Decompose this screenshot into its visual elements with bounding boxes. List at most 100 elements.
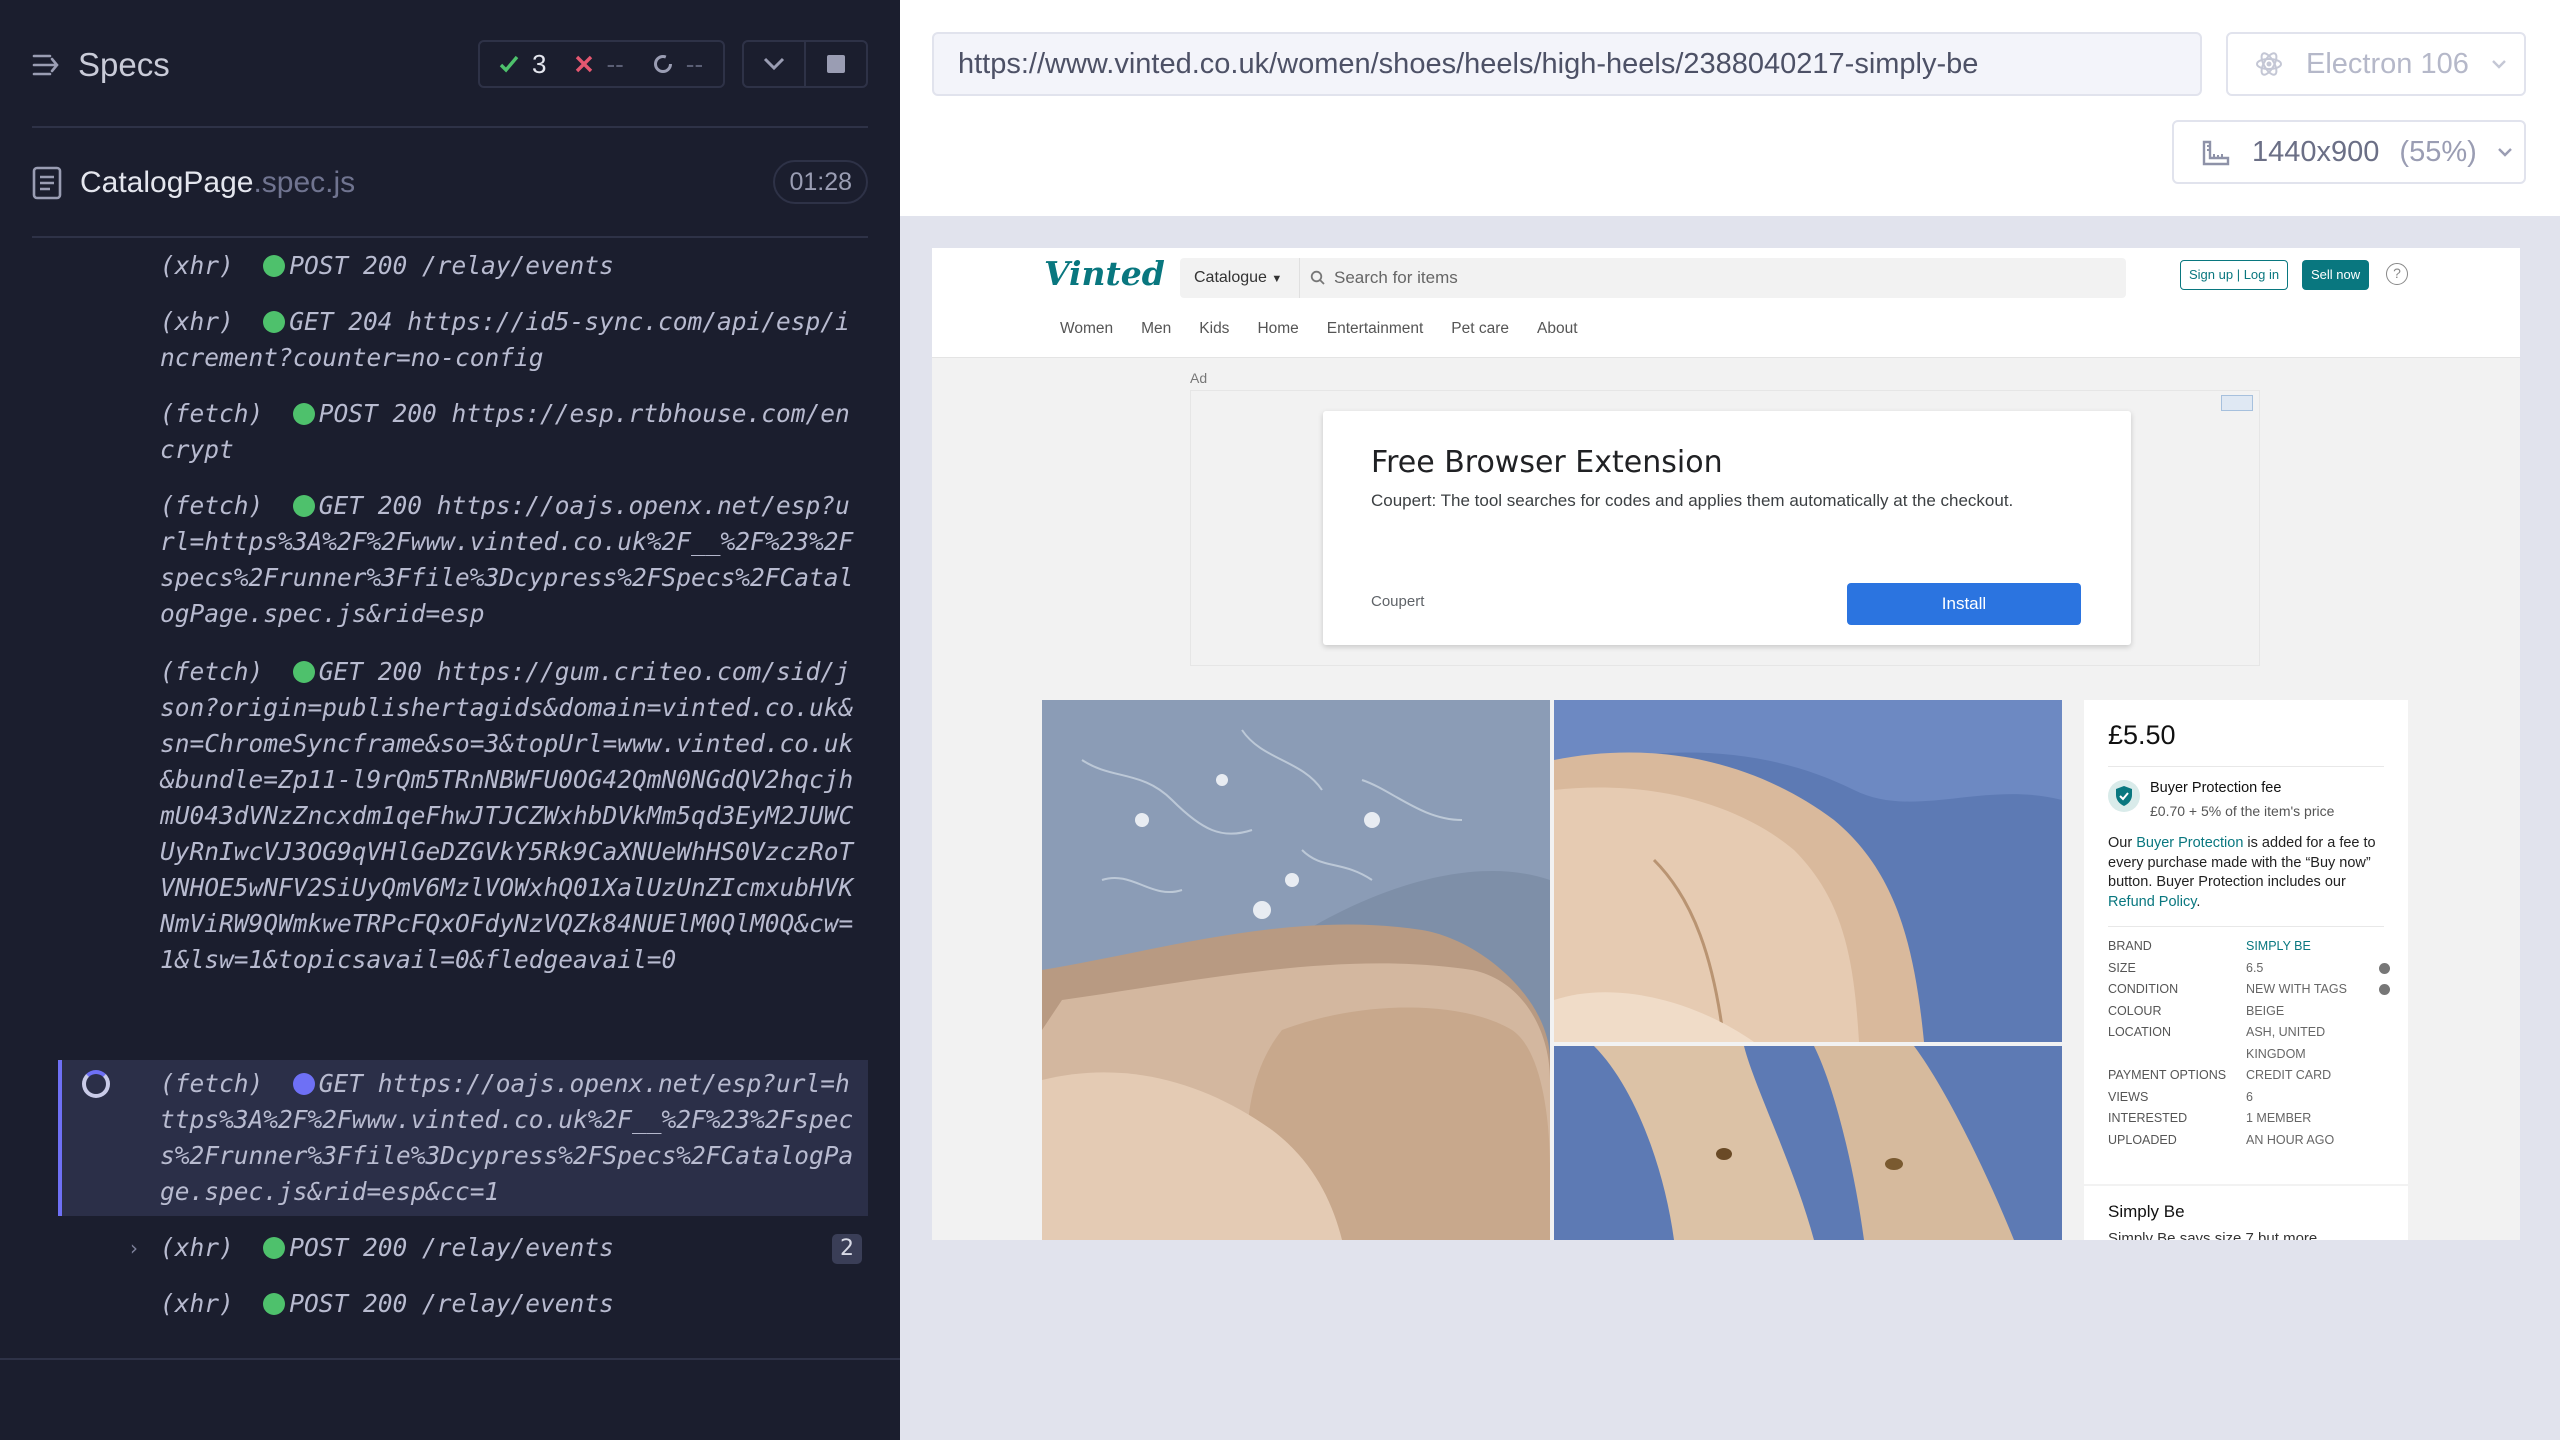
- pending-stat: --: [652, 49, 703, 80]
- passed-stat: 3: [498, 49, 546, 80]
- ad-description: Coupert: The tool searches for codes and…: [1371, 491, 2014, 510]
- detail-row: LOCATION ASH, UNITED KINGDOM: [2108, 1022, 2398, 1065]
- command-row[interactable]: (fetch) GET 200 https://oajs.openx.net/e…: [58, 488, 868, 632]
- detail-row: CONDITION NEW WITH TAGS: [2108, 979, 2398, 1001]
- sell-now-button[interactable]: Sell now: [2302, 260, 2370, 290]
- command-row[interactable]: › (xhr) POST 200 /relay/events 2: [58, 1230, 868, 1266]
- ruler-icon: [2202, 140, 2230, 166]
- bp-text-1: Our: [2108, 835, 2137, 851]
- nav-about[interactable]: About: [1537, 320, 1578, 338]
- command-type: (xhr): [160, 1289, 234, 1318]
- spec-duration: 01:28: [773, 160, 868, 204]
- pending-icon: [653, 55, 672, 73]
- shoe-side-image: [1554, 700, 2062, 1042]
- item-photos: [1042, 700, 2062, 1240]
- status-dot: [292, 403, 315, 425]
- ad-card[interactable]: Free Browser Extension Coupert: The tool…: [1323, 411, 2131, 645]
- command-text: POST 200 https://esp.rtbhouse.com/encryp…: [160, 399, 850, 464]
- nav-men[interactable]: Men: [1141, 320, 1171, 338]
- aut-toolbar: https://www.vinted.co.uk/women/shoes/hee…: [900, 0, 2560, 216]
- vinted-logo[interactable]: Vinted: [1044, 254, 1165, 293]
- spec-file-row[interactable]: CatalogPage.spec.js 01:28: [32, 160, 868, 208]
- command-row[interactable]: (xhr) POST 200 /relay/events: [58, 248, 868, 284]
- ad-banner: Free Browser Extension Coupert: The tool…: [1190, 390, 2260, 666]
- signup-login-button[interactable]: Sign up | Log in: [2180, 260, 2289, 290]
- info-icon[interactable]: [2379, 962, 2390, 974]
- refund-policy-link[interactable]: Refund Policy: [2108, 894, 2196, 910]
- specs-menu-icon[interactable]: [32, 50, 62, 80]
- detail-row: COLOUR BEIGE: [2108, 1001, 2398, 1023]
- item-photo-3[interactable]: [1554, 1046, 2062, 1240]
- stop-button[interactable]: [804, 42, 866, 86]
- status-dot: [292, 495, 315, 517]
- dropdown-button[interactable]: [744, 42, 804, 86]
- info-icon[interactable]: [2379, 984, 2390, 995]
- reporter-header: Specs 3 -- --: [0, 0, 900, 128]
- command-row-active[interactable]: (fetch) GET https://oajs.openx.net/esp?u…: [58, 1060, 868, 1216]
- command-type: (fetch): [160, 491, 264, 520]
- chevron-down-icon: [763, 57, 785, 71]
- detail-key: INTERESTED: [2108, 1111, 2188, 1125]
- command-row[interactable]: (fetch) GET 200 https://gum.criteo.com/s…: [58, 654, 868, 978]
- specs-title[interactable]: Specs: [78, 46, 170, 84]
- command-type: (xhr): [160, 1233, 234, 1262]
- command-text: POST 200 /relay/events: [289, 251, 614, 280]
- ad-label: Ad: [1190, 370, 1208, 386]
- nav-entertainment[interactable]: Entertainment: [1327, 320, 1424, 338]
- viewport-scale: (55%): [2399, 135, 2477, 168]
- detail-value: 6: [2246, 1089, 2253, 1104]
- reporter-panel: Specs 3 -- -- CatalogPage.spec.js 01:28 …: [0, 0, 900, 1440]
- status-dot: [263, 311, 286, 333]
- chevron-down-icon: [2491, 60, 2506, 69]
- nav-pet-care[interactable]: Pet care: [1451, 320, 1509, 338]
- item-sidebar: £5.50 Buyer Protection fee £0.70 + 5% of…: [2084, 700, 2408, 1240]
- buyer-protection-link[interactable]: Buyer Protection: [2136, 835, 2243, 851]
- divider: [2108, 766, 2384, 767]
- command-row[interactable]: (xhr) GET 204 https://id5-sync.com/api/e…: [58, 304, 868, 376]
- detail-row: INTERESTED 1 MEMBER: [2108, 1108, 2398, 1130]
- detail-key: VIEWS: [2108, 1089, 2149, 1104]
- nav-kids[interactable]: Kids: [1199, 320, 1229, 338]
- command-type: (xhr): [160, 307, 234, 336]
- detail-value: ASH, UNITED KINGDOM: [2246, 1025, 2326, 1061]
- ad-title[interactable]: Free Browser Extension: [1371, 445, 1723, 480]
- detail-value: 1 MEMBER: [2246, 1111, 2312, 1125]
- detail-key: SIZE: [2108, 960, 2136, 975]
- item-price: £5.50: [2108, 720, 2176, 750]
- ad-brand: Coupert: [1371, 593, 1425, 610]
- command-row[interactable]: (fetch) POST 200 https://esp.rtbhouse.co…: [58, 396, 868, 468]
- detail-row: UPLOADED AN HOUR AGO: [2108, 1130, 2398, 1152]
- command-log[interactable]: (xhr) POST 200 /relay/events (xhr) GET 2…: [58, 238, 868, 1336]
- divider: [2084, 1184, 2408, 1186]
- shield-icon: [2108, 780, 2140, 812]
- bp-text-3: .: [2196, 893, 2201, 910]
- caret-down-icon: ▼: [1271, 273, 1283, 285]
- search-placeholder: Search for items: [1334, 268, 1458, 287]
- detail-row: SIZE 6.5: [2108, 958, 2398, 980]
- stop-icon: [827, 55, 845, 73]
- search-input[interactable]: Search for items: [1310, 258, 1458, 298]
- chevron-right-icon[interactable]: ›: [130, 1230, 138, 1266]
- detail-value-brand[interactable]: SIMPLY BE: [2246, 936, 2376, 958]
- status-dot: [292, 1073, 315, 1095]
- vinted-header: Vinted Catalogue ▼ Search for items Sign…: [932, 248, 2520, 358]
- url-bar[interactable]: https://www.vinted.co.uk/women/shoes/hee…: [932, 32, 2202, 96]
- catalogue-dropdown[interactable]: Catalogue ▼: [1180, 258, 1300, 298]
- viewport-selector[interactable]: 1440x900 (55%): [2172, 120, 2526, 184]
- detail-key: COLOUR: [2108, 1003, 2162, 1018]
- nav-women[interactable]: Women: [1060, 320, 1113, 338]
- ad-install-button[interactable]: Install: [1847, 583, 2081, 625]
- help-icon[interactable]: ?: [2386, 263, 2408, 285]
- nav-home[interactable]: Home: [1257, 320, 1298, 338]
- item-photo-main[interactable]: [1042, 700, 1550, 1240]
- adchoices-icon[interactable]: [2221, 395, 2253, 411]
- item-details: BRAND SIMPLY BE SIZE 6.5 CONDITION NEW WITH…: [2108, 936, 2398, 1151]
- command-row[interactable]: (xhr) POST 200 /relay/events: [58, 1286, 868, 1322]
- browser-selector[interactable]: Electron 106: [2226, 32, 2526, 96]
- detail-key: BRAND: [2108, 939, 2152, 953]
- search-bar: Catalogue ▼ Search for items: [1180, 258, 2126, 298]
- shoe-inside-image: [1042, 700, 1550, 1240]
- item-photo-2[interactable]: [1554, 700, 2062, 1042]
- shoe-soles-image: [1554, 1046, 2062, 1240]
- chevron-down-icon: [2497, 148, 2512, 157]
